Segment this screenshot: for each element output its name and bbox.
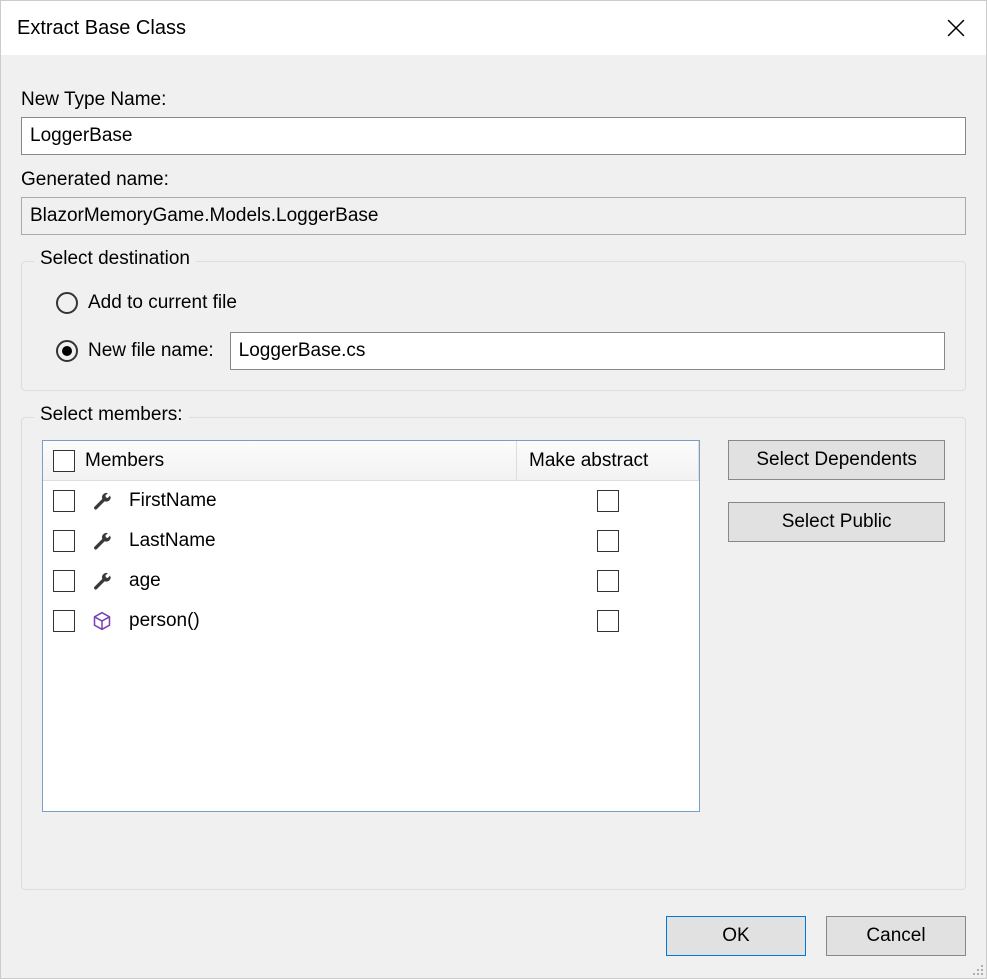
- members-legend: Select members:: [34, 404, 189, 426]
- generated-name-label: Generated name:: [21, 169, 966, 191]
- header-abstract[interactable]: Make abstract: [517, 441, 699, 480]
- members-table: Members Make abstract FirstName LastName a…: [42, 440, 700, 812]
- table-row[interactable]: age: [43, 561, 699, 601]
- side-buttons: Select Dependents Select Public: [728, 440, 945, 873]
- new-file-name-input[interactable]: [230, 332, 945, 370]
- ok-button[interactable]: OK: [666, 916, 806, 956]
- extract-base-class-dialog: Extract Base Class New Type Name: Genera…: [0, 0, 987, 979]
- table-row[interactable]: LastName: [43, 521, 699, 561]
- member-select-checkbox[interactable]: [53, 530, 75, 552]
- radio-new-file-label: New file name:: [88, 340, 214, 362]
- make-abstract-checkbox[interactable]: [597, 610, 619, 632]
- member-icon: [89, 491, 115, 511]
- member-icon: [89, 531, 115, 551]
- members-table-header: Members Make abstract: [43, 441, 699, 481]
- resize-grip-icon[interactable]: [968, 960, 984, 976]
- radio-new-file-row[interactable]: New file name:: [56, 332, 945, 370]
- table-row[interactable]: FirstName: [43, 481, 699, 521]
- cube-icon: [92, 611, 112, 631]
- member-name: person(): [129, 610, 200, 632]
- select-public-button[interactable]: Select Public: [728, 502, 945, 542]
- radio-new-file[interactable]: [56, 340, 78, 362]
- select-all-checkbox[interactable]: [53, 450, 75, 472]
- destination-legend: Select destination: [34, 248, 196, 270]
- member-select-checkbox[interactable]: [53, 610, 75, 632]
- members-body: Members Make abstract FirstName LastName a…: [42, 440, 945, 873]
- header-abstract-label: Make abstract: [529, 450, 648, 472]
- select-dependents-button[interactable]: Select Dependents: [728, 440, 945, 480]
- new-type-name-input[interactable]: [21, 117, 966, 155]
- radio-add-to-current-label: Add to current file: [88, 292, 237, 314]
- titlebar: Extract Base Class: [1, 1, 986, 55]
- member-select-checkbox[interactable]: [53, 570, 75, 592]
- member-name: LastName: [129, 530, 216, 552]
- wrench-icon: [92, 491, 112, 511]
- wrench-icon: [92, 571, 112, 591]
- radio-add-to-current[interactable]: [56, 292, 78, 314]
- dialog-footer: OK Cancel: [1, 890, 986, 978]
- new-type-name-label: New Type Name:: [21, 89, 966, 111]
- members-group: Select members: Members Make abstract Fi…: [21, 417, 966, 890]
- close-button[interactable]: [926, 1, 986, 55]
- close-icon: [947, 19, 965, 37]
- make-abstract-checkbox[interactable]: [597, 570, 619, 592]
- member-name: FirstName: [129, 490, 217, 512]
- dialog-content: New Type Name: Generated name: Select de…: [1, 55, 986, 890]
- member-icon: [89, 571, 115, 591]
- wrench-icon: [92, 531, 112, 551]
- header-members-label: Members: [85, 450, 164, 472]
- make-abstract-checkbox[interactable]: [597, 490, 619, 512]
- generated-name-field: [21, 197, 966, 235]
- dialog-title: Extract Base Class: [17, 17, 186, 40]
- cancel-button[interactable]: Cancel: [826, 916, 966, 956]
- member-select-checkbox[interactable]: [53, 490, 75, 512]
- table-row[interactable]: person(): [43, 601, 699, 641]
- radio-add-to-current-row[interactable]: Add to current file: [56, 292, 945, 314]
- make-abstract-checkbox[interactable]: [597, 530, 619, 552]
- member-name: age: [129, 570, 161, 592]
- destination-group: Select destination Add to current file N…: [21, 261, 966, 391]
- members-rows: FirstName LastName age person(): [43, 481, 699, 641]
- member-icon: [89, 611, 115, 631]
- header-members[interactable]: Members: [53, 441, 517, 480]
